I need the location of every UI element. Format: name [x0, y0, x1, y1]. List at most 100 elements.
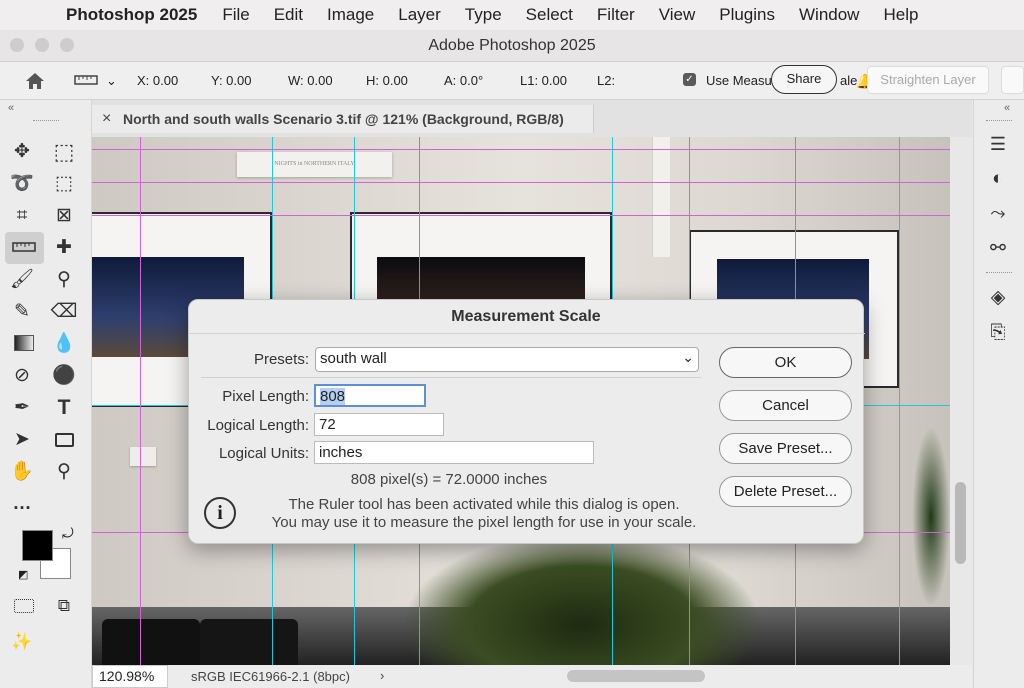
select-chevron-icon: ⌄	[682, 349, 694, 365]
eraser-tool-icon[interactable]: ⌫	[50, 298, 78, 326]
straighten-layer-button[interactable]: Straighten Layer	[867, 66, 989, 94]
section-divider	[201, 377, 701, 378]
plant	[402, 532, 762, 665]
swap-colors-icon[interactable]: ⤾	[62, 525, 74, 542]
home-icon[interactable]	[24, 71, 46, 91]
exhibit-placard: NIGHTS in NORTHERN ITALY	[237, 152, 392, 177]
path-selection-tool-icon[interactable]: ➤	[8, 426, 36, 454]
share-button[interactable]: Share	[771, 65, 837, 94]
quick-mask-icon[interactable]	[14, 599, 34, 613]
zoom-tool-icon[interactable]: ⚲	[50, 458, 78, 486]
menu-filter[interactable]: Filter	[597, 5, 635, 25]
guide-magenta[interactable]	[92, 149, 950, 150]
measurement-scale-dialog: Measurement Scale Presets: south wall ⌄ …	[188, 299, 865, 544]
l2-readout: L2:	[597, 73, 616, 88]
ruler-tool-preset-icon[interactable]	[74, 74, 98, 86]
paths-icon[interactable]: ⤳	[984, 200, 1012, 228]
vertical-scrollbar[interactable]	[950, 137, 972, 665]
save-preset-button[interactable]: Save Preset...	[719, 433, 852, 464]
expand-panel-icon[interactable]: «	[1004, 102, 1010, 114]
crop-tool-icon[interactable]: ⌗	[8, 202, 36, 230]
menu-window[interactable]: Window	[799, 5, 859, 25]
options-bar: ⌄ X: 0.00 Y: 0.00 W: 0.00 H: 0.00 A: 0.0…	[0, 62, 1024, 100]
ruler-tool-icon[interactable]	[12, 241, 36, 253]
frame-tool-icon[interactable]: ⊠	[50, 202, 78, 230]
chair-right	[200, 619, 298, 665]
logical-length-label: Logical Length:	[207, 417, 309, 434]
logical-units-input[interactable]: inches	[314, 441, 594, 464]
horizontal-scroll-thumb[interactable]	[567, 670, 705, 682]
window-title: Adobe Photoshop 2025	[428, 37, 596, 54]
menu-file[interactable]: File	[222, 5, 249, 25]
guide-cyan[interactable]	[899, 137, 900, 665]
chair-left	[102, 619, 200, 665]
menu-app-name[interactable]: Photoshop 2025	[66, 5, 197, 25]
rectangle-tool-icon[interactable]	[55, 433, 74, 447]
delete-preset-button[interactable]: Delete Preset...	[719, 476, 852, 507]
preset-chevron-icon[interactable]: ⌄	[106, 73, 117, 89]
clone-stamp-tool-icon[interactable]: ⚲	[50, 266, 78, 294]
collapse-panel-icon[interactable]: «	[8, 102, 14, 114]
generative-fill-icon[interactable]: ✨	[8, 628, 36, 656]
guide-magenta[interactable]	[92, 182, 950, 183]
menu-select[interactable]: Select	[526, 5, 573, 25]
tools-panel: « ✥ ⬚ ➰ ⬚ ⌗ ⊠ ✚ 🖌 ⚲ ✎ ⌫ 💧 ⊘ ⚫ ✒ T ➤ ✋ ⚲ …	[0, 100, 92, 688]
history-brush-tool-icon[interactable]: ✎	[8, 298, 36, 326]
sponge-tool-icon[interactable]: ⚫	[50, 362, 78, 390]
status-bar: 120.98% sRGB IEC61966-2.1 (8bpc) ›	[92, 665, 972, 688]
pixel-length-value: 808	[320, 388, 346, 405]
brush-tool-icon[interactable]: 🖌	[8, 266, 36, 294]
foreground-color-swatch[interactable]	[22, 530, 53, 561]
menu-help[interactable]: Help	[883, 5, 918, 25]
clear-button[interactable]	[1001, 66, 1024, 94]
scale-result: 808 pixel(s) = 72.0000 inches	[350, 471, 548, 488]
document-tab[interactable]: × North and south walls Scenario 3.tif @…	[92, 105, 594, 133]
lasso-tool-icon[interactable]: ➰	[8, 170, 36, 198]
screen-mode-icon[interactable]: ⧉	[50, 592, 78, 620]
gradient-tool-icon[interactable]	[14, 335, 34, 351]
vertical-scroll-thumb[interactable]	[955, 482, 966, 564]
menu-plugins[interactable]: Plugins	[719, 5, 775, 25]
w-readout: W: 0.00	[288, 73, 333, 88]
status-more-icon[interactable]: ›	[380, 668, 384, 683]
logical-units-label: Logical Units:	[218, 445, 309, 462]
type-tool-icon[interactable]: T	[50, 394, 78, 422]
panel-grip[interactable]	[986, 120, 1012, 123]
marquee-tool-icon[interactable]: ⬚	[50, 138, 78, 166]
channels-icon[interactable]: ⚯	[984, 235, 1012, 263]
healing-brush-tool-icon[interactable]: ✚	[50, 234, 78, 262]
default-colors-icon[interactable]: ◩	[18, 568, 28, 581]
menu-bar: Photoshop 2025 File Edit Image Layer Typ…	[0, 0, 1024, 30]
dialog-title: Measurement Scale	[451, 308, 601, 325]
menu-type[interactable]: Type	[465, 5, 502, 25]
history-icon[interactable]: ⎘	[984, 319, 1012, 347]
panel-grip[interactable]	[33, 120, 59, 123]
use-measurement-scale-checkbox[interactable]: ✓	[683, 73, 696, 86]
guide-magenta[interactable]	[92, 215, 950, 216]
blur-tool-icon[interactable]: 💧	[50, 330, 78, 358]
pixel-length-input[interactable]: 808	[314, 384, 426, 407]
ok-button[interactable]: OK	[719, 347, 852, 378]
properties-icon[interactable]: ◐	[984, 165, 1012, 193]
menu-view[interactable]: View	[659, 5, 696, 25]
layers-icon[interactable]: ◈	[984, 284, 1012, 312]
more-tools-icon[interactable]: …	[8, 490, 36, 518]
hand-tool-icon[interactable]: ✋	[8, 458, 36, 486]
move-tool-icon[interactable]: ✥	[8, 138, 36, 166]
menu-image[interactable]: Image	[327, 5, 374, 25]
zoom-field[interactable]: 120.98%	[92, 665, 168, 688]
menu-layer[interactable]: Layer	[398, 5, 441, 25]
object-selection-tool-icon[interactable]: ⬚	[50, 170, 78, 198]
close-document-icon[interactable]: ×	[102, 105, 111, 133]
panel-grip[interactable]	[986, 272, 1012, 275]
dodge-tool-icon[interactable]: ⊘	[8, 362, 36, 390]
guide-magenta[interactable]	[140, 137, 141, 665]
logical-length-input[interactable]: 72	[314, 413, 444, 436]
cancel-button[interactable]: Cancel	[719, 390, 852, 421]
pen-tool-icon[interactable]: ✒	[8, 394, 36, 422]
menu-edit[interactable]: Edit	[274, 5, 303, 25]
adjustments-icon[interactable]: ☰	[984, 130, 1012, 158]
presets-select[interactable]: south wall ⌄	[315, 347, 699, 372]
use-measurement-scale-label: Use Measu	[706, 73, 772, 88]
l1-readout: L1: 0.00	[520, 73, 567, 88]
